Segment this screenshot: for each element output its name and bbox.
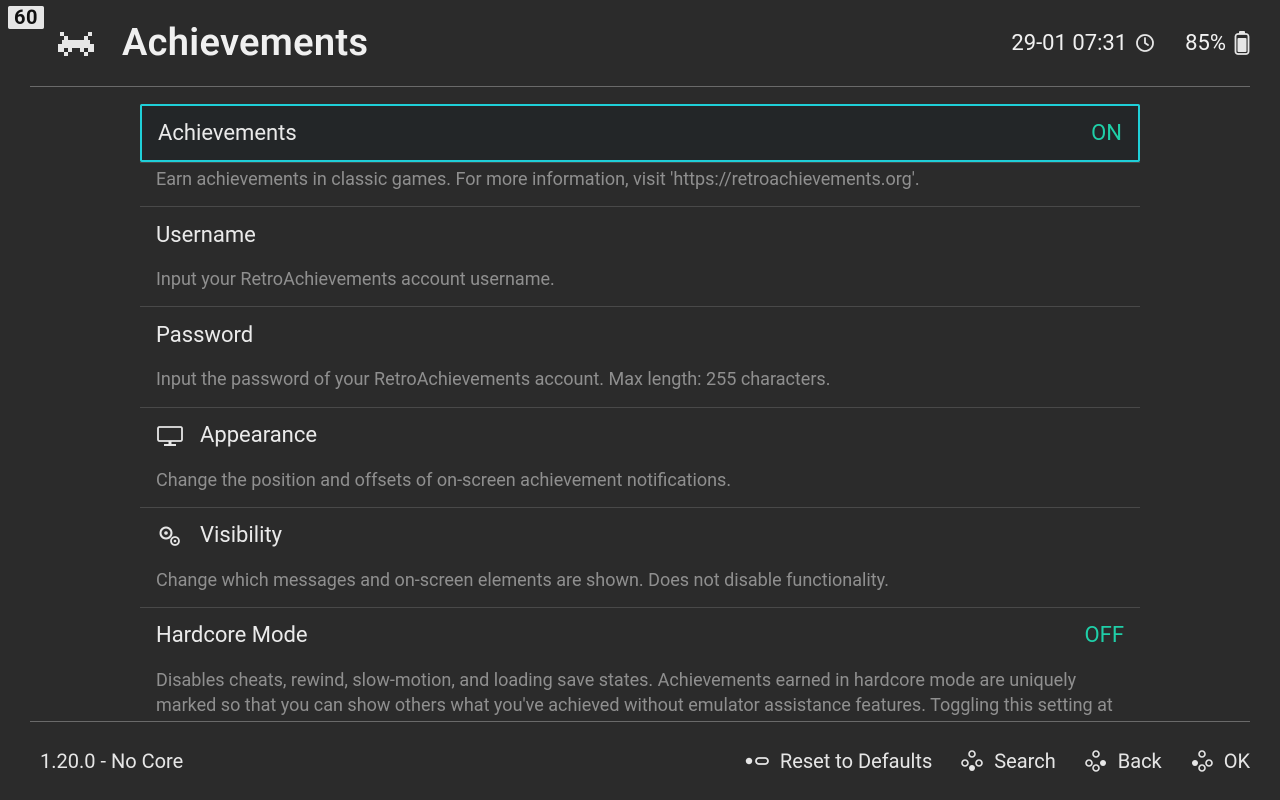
status-bar: 29-01 07:31 85% bbox=[1011, 31, 1250, 56]
action-label: Reset to Defaults bbox=[780, 749, 932, 773]
setting-description: Change the position and offsets of on-sc… bbox=[140, 464, 1140, 507]
setting-label: Achievements bbox=[158, 121, 1091, 146]
setting-label: Username bbox=[156, 223, 1124, 248]
setting-label: Hardcore Mode bbox=[156, 623, 1085, 648]
setting-label: Visibility bbox=[200, 523, 1124, 548]
app-icon bbox=[52, 25, 100, 61]
battery-text: 85% bbox=[1185, 31, 1226, 56]
setting-achievements-desc-row: Earn achievements in classic games. For … bbox=[140, 163, 1140, 207]
settings-list: Achievements ON Earn achievements in cla… bbox=[140, 104, 1140, 722]
setting-value: ON bbox=[1091, 121, 1122, 146]
header-bar: Achievements 29-01 07:31 85% bbox=[0, 0, 1280, 86]
version-text: 1.20.0 - No Core bbox=[40, 749, 744, 773]
setting-hardcore-mode[interactable]: Hardcore Mode OFF Disables cheats, rewin… bbox=[140, 608, 1140, 722]
action-label: Search bbox=[994, 749, 1055, 773]
back-button[interactable]: Back bbox=[1084, 749, 1162, 773]
dpad-icon bbox=[1084, 749, 1108, 773]
page-title: Achievements bbox=[122, 21, 1011, 65]
setting-label: Appearance bbox=[200, 423, 1124, 448]
dpad-icon bbox=[1190, 749, 1214, 773]
monitor-icon bbox=[156, 424, 200, 448]
settings-scroll-area[interactable]: Achievements ON Earn achievements in cla… bbox=[0, 86, 1280, 722]
setting-value: OFF bbox=[1085, 623, 1124, 648]
switch-icon bbox=[744, 754, 770, 768]
setting-description: Change which messages and on-screen elem… bbox=[140, 564, 1140, 607]
setting-password[interactable]: Password Input the password of your Retr… bbox=[140, 307, 1140, 407]
search-button[interactable]: Search bbox=[960, 749, 1055, 773]
ok-button[interactable]: OK bbox=[1190, 749, 1250, 773]
reset-defaults-button[interactable]: Reset to Defaults bbox=[744, 749, 932, 773]
setting-visibility[interactable]: Visibility Change which messages and on-… bbox=[140, 508, 1140, 608]
setting-description: Disables cheats, rewind, slow-motion, an… bbox=[140, 664, 1140, 722]
setting-label: Password bbox=[156, 323, 1124, 348]
setting-appearance[interactable]: Appearance Change the position and offse… bbox=[140, 408, 1140, 508]
clock-icon bbox=[1135, 33, 1155, 53]
setting-username[interactable]: Username Input your RetroAchievements ac… bbox=[140, 207, 1140, 307]
footer-bar: 1.20.0 - No Core Reset to Defaults Searc… bbox=[0, 722, 1280, 800]
setting-description: Input the password of your RetroAchievem… bbox=[140, 363, 1140, 406]
setting-description: Input your RetroAchievements account use… bbox=[140, 263, 1140, 306]
datetime-text: 29-01 07:31 bbox=[1011, 31, 1127, 56]
gears-icon bbox=[156, 524, 200, 548]
dpad-icon bbox=[960, 749, 984, 773]
setting-description: Earn achievements in classic games. For … bbox=[140, 163, 1140, 206]
action-label: Back bbox=[1118, 749, 1162, 773]
action-label: OK bbox=[1224, 749, 1250, 773]
setting-achievements[interactable]: Achievements ON bbox=[140, 104, 1140, 163]
battery-icon bbox=[1234, 31, 1250, 55]
